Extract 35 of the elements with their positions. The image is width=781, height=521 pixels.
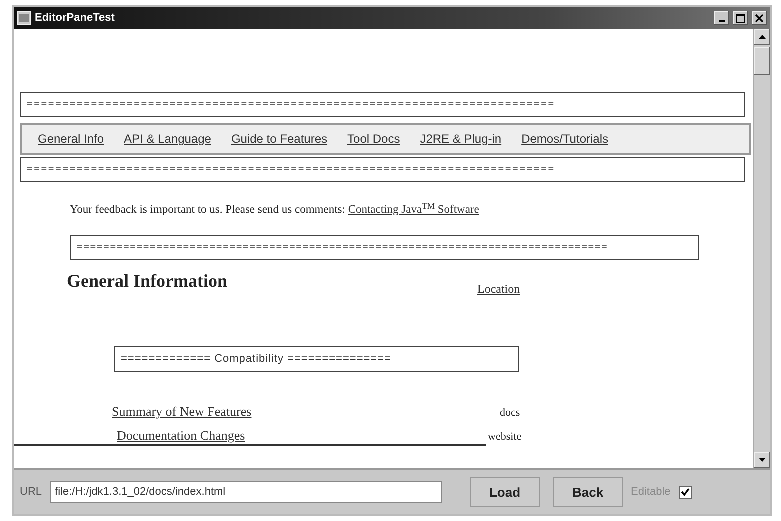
- editable-checkbox[interactable]: [678, 486, 692, 498]
- scrollbar[interactable]: [753, 29, 770, 468]
- nav-link[interactable]: J2RE & Plug-in: [420, 132, 502, 146]
- nav-link[interactable]: Tool Docs: [348, 132, 400, 146]
- nav-link[interactable]: Guide to Features: [231, 132, 328, 146]
- close-icon: [755, 14, 764, 22]
- feature-link[interactable]: Documentation Changes: [117, 426, 488, 446]
- note-text: website: [488, 430, 522, 446]
- action-button[interactable]: Load: [470, 477, 540, 507]
- maximize-icon: [736, 14, 745, 22]
- contact-link[interactable]: Contacting Java$^{TM}$ Software: [348, 204, 480, 216]
- feature-link[interactable]: Summary of New Features: [112, 402, 500, 422]
- scroll-thumb[interactable]: [754, 47, 770, 75]
- action-button[interactable]: Back: [553, 477, 624, 507]
- check-icon: [680, 488, 690, 496]
- scroll-down-button[interactable]: [754, 452, 770, 468]
- up-arrow-icon: [758, 35, 766, 39]
- nav-link[interactable]: General Info: [38, 132, 104, 146]
- close-button[interactable]: [752, 11, 767, 25]
- down-arrow-icon: [758, 458, 766, 462]
- url-field[interactable]: file:/H:/jdk1.3.1_02/docs/index.html: [50, 481, 442, 503]
- minimize-button[interactable]: [714, 11, 729, 25]
- app-icon: [17, 11, 31, 25]
- scroll-up-button[interactable]: [754, 29, 770, 45]
- minimize-icon: [718, 20, 724, 22]
- location-link[interactable]: Location: [477, 280, 520, 298]
- window-title: EditorPaneTest: [35, 12, 116, 24]
- note-text: docs: [500, 406, 520, 422]
- maximize-button[interactable]: [733, 11, 748, 25]
- section-heading: General Information: [67, 270, 228, 294]
- editable-label: Editable: [631, 486, 671, 498]
- nav-link[interactable]: Demos/Tutorials: [522, 132, 608, 146]
- url-label: URL: [20, 486, 42, 498]
- feedback-text: Your feedback is important to us. Please send us comments:: [70, 204, 346, 216]
- nav-link[interactable]: API & Language: [124, 132, 212, 146]
